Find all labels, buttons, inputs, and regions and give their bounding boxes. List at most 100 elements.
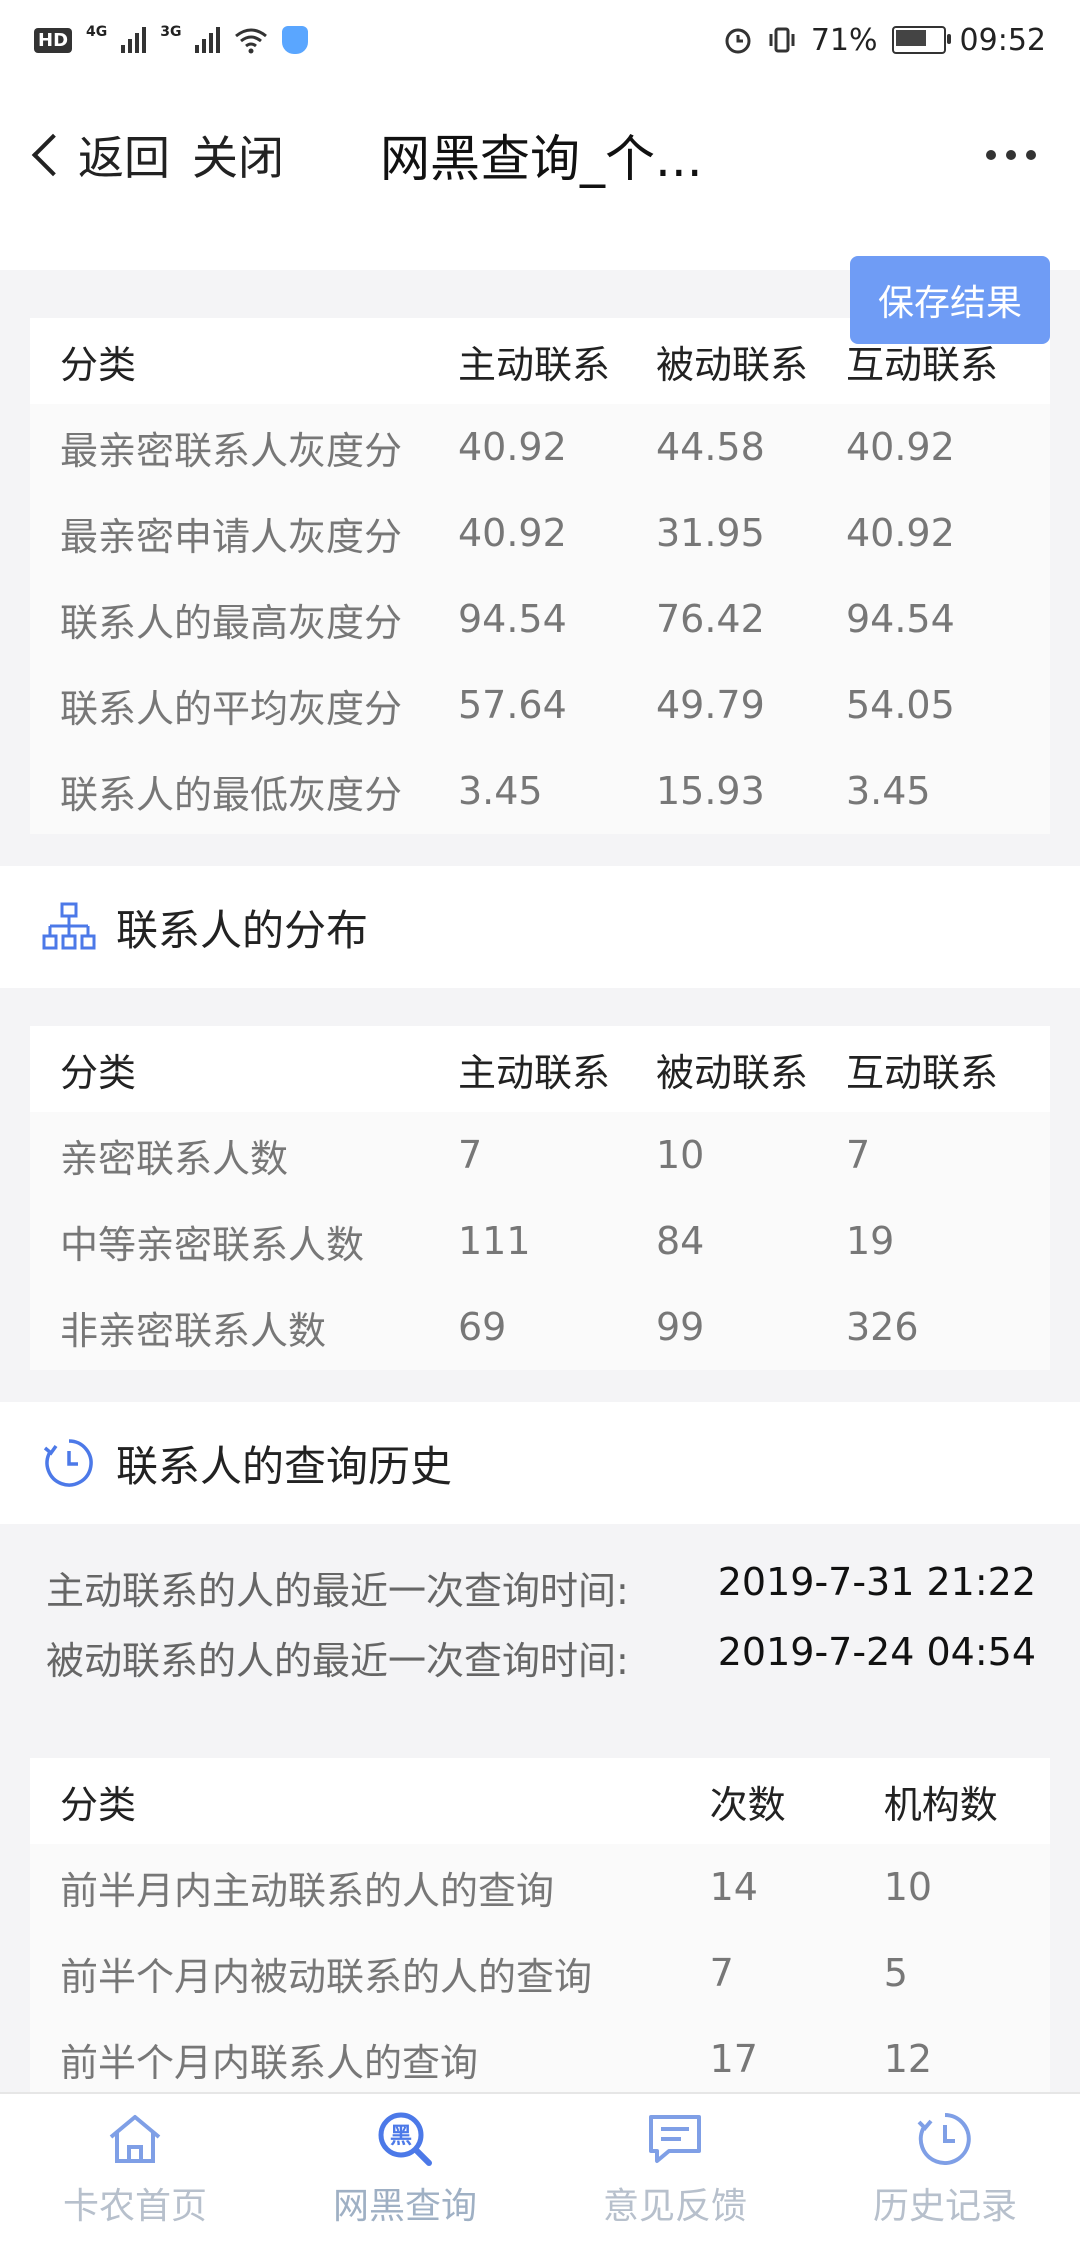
table-row: 前半月内主动联系的人的查询 14 10 [30,1844,1050,1930]
table-row: 前半个月内联系人的查询 17 12 [30,2016,1050,2092]
table-cell: 中等亲密联系人数 [60,1222,365,1267]
status-right: 71% 09:52 [723,23,1046,58]
history-icon [917,2113,971,2165]
table-cell: 54.05 [846,683,955,727]
back-button[interactable]: 返回 [24,122,170,188]
table-row: 非亲密联系人数 69 99 326 [30,1284,1050,1370]
table-cell: 5 [883,1951,908,1995]
table-cell: 76.42 [656,597,765,641]
dot-icon [1026,150,1036,160]
info-label: 主动联系的人的最近一次查询时间: [46,1569,629,1613]
info-value: 2019-7-24 04:54 [717,1630,1036,1674]
table-cell: 7 [458,1133,483,1177]
icon-glyph: 黑 [390,2124,412,2149]
dot-icon [1006,150,1016,160]
signal-icon-2 [195,27,221,53]
table-cell: 12 [883,2037,933,2081]
header-cell: 机构数 [883,1782,998,1827]
table-cell: 40.92 [458,425,567,469]
table-cell: 联系人的最高灰度分 [60,600,403,645]
last-query-passive: 被动联系的人的最近一次查询时间: 2019-7-24 04:54 [46,1630,1036,1685]
table-cell: 14 [709,1865,758,1909]
tab-feedback[interactable]: 意见反馈 [540,2094,810,2242]
header-cell: 被动联系 [656,1050,809,1095]
section-header-query-history: 联系人的查询历史 [0,1402,1080,1524]
table-row: 联系人的平均灰度分 57.64 49.79 54.05 [30,662,1050,748]
table-row: 最亲密申请人灰度分 40.92 31.95 40.92 [30,490,1050,576]
section-title: 联系人的查询历史 [116,1441,453,1491]
table-cell: 94.54 [458,597,567,641]
table-cell: 3.45 [846,769,931,813]
hd-badge: HD [34,27,73,53]
nav-bar: 返回 关闭 网黑查询_个... [0,80,1080,230]
table-cell: 7 [709,1951,734,1995]
feedback-icon [649,2115,701,2163]
tab-label: 意见反馈 [602,2186,747,2227]
tab-blacklist-search[interactable]: 黑 网黑查询 [270,2094,540,2242]
header-cell: 主动联系 [458,342,611,387]
table-cell: 31.95 [656,511,765,555]
org-chart-icon [42,902,96,950]
table-cell: 7 [846,1133,871,1177]
distribution-table: 分类 主动联系 被动联系 互动联系 亲密联系人数 7 10 7 中等亲密联系人数… [30,1026,1050,1370]
table-cell: 326 [846,1305,919,1349]
table-cell: 69 [458,1305,507,1349]
info-value: 2019-7-31 21:22 [717,1560,1036,1604]
table-row: 亲密联系人数 7 10 7 [30,1112,1050,1198]
table-cell: 15.93 [656,769,765,813]
table-row: 前半个月内被动联系的人的查询 7 5 [30,1930,1050,2016]
status-left: HD 4G 3G [34,24,309,54]
table-cell: 40.92 [846,425,955,469]
table-cell: 最亲密联系人灰度分 [60,428,403,473]
gray-score-table: 分类 主动联系 被动联系 互动联系 最亲密联系人灰度分 40.92 44.58 … [30,318,1050,834]
blacklist-search-icon: 黑 [378,2112,432,2166]
table-cell: 111 [458,1219,531,1263]
header-cell: 互动联系 [846,1050,999,1095]
table-row: 最亲密联系人灰度分 40.92 44.58 40.92 [30,404,1050,490]
clock-history-icon [43,1439,93,1487]
network-type-2: 3G [160,24,182,40]
table-cell: 19 [846,1219,895,1263]
home-icon [109,2115,161,2163]
table-cell: 17 [709,2037,758,2081]
table-header-row: 分类 次数 机构数 [30,1758,1050,1844]
close-button[interactable]: 关闭 [192,122,284,188]
alarm-icon [725,28,751,54]
table-cell: 40.92 [846,511,955,555]
status-bar: HD 4G 3G 71% 09:52 [0,0,1080,80]
chevron-left-icon [31,133,75,177]
table-cell: 94.54 [846,597,955,641]
signal-icon [121,27,147,53]
query-history-table: 分类 次数 机构数 前半月内主动联系的人的查询 14 10 前半个月内被动联系的… [30,1758,1050,2092]
header-cell: 分类 [60,1782,137,1827]
table-cell: 非亲密联系人数 [60,1308,327,1353]
security-shield-icon [282,26,309,54]
tab-history[interactable]: 历史记录 [810,2094,1080,2242]
table-cell: 联系人的平均灰度分 [60,686,403,731]
table-cell: 49.79 [656,683,765,727]
tab-label: 历史记录 [872,2186,1017,2227]
save-result-button[interactable]: 保存结果 [850,256,1050,344]
tab-home[interactable]: 卡农首页 [0,2094,270,2242]
header-cell: 被动联系 [656,342,809,387]
content-scroll-area[interactable]: 保存结果 分类 主动联系 被动联系 互动联系 最亲密联系人灰度分 40.92 4… [0,230,1080,2092]
table-row: 中等亲密联系人数 111 84 19 [30,1198,1050,1284]
table-cell: 前半月内主动联系的人的查询 [60,1868,555,1913]
section-header-distribution: 联系人的分布 [0,866,1080,988]
network-type-1: 4G [86,24,108,40]
section-title: 联系人的分布 [116,905,369,955]
bottom-tab-bar: 卡农首页 黑 网黑查询 意见反馈 历史记录 [0,2092,1080,2242]
table-cell: 前半个月内被动联系的人的查询 [60,1954,593,1999]
table-row: 联系人的最高灰度分 94.54 76.42 94.54 [30,576,1050,662]
table-cell: 44.58 [656,425,765,469]
tab-label: 网黑查询 [332,2186,477,2227]
table-cell: 最亲密申请人灰度分 [60,514,403,559]
table-cell: 前半个月内联系人的查询 [60,2040,479,2085]
battery-fill [895,30,926,46]
page-title: 网黑查询_个... [380,130,703,188]
table-cell: 10 [656,1133,705,1177]
clock: 09:52 [959,22,1046,58]
tab-label: 卡农首页 [62,2186,207,2227]
more-menu-button[interactable] [986,150,1036,160]
table-cell: 40.92 [458,511,567,555]
